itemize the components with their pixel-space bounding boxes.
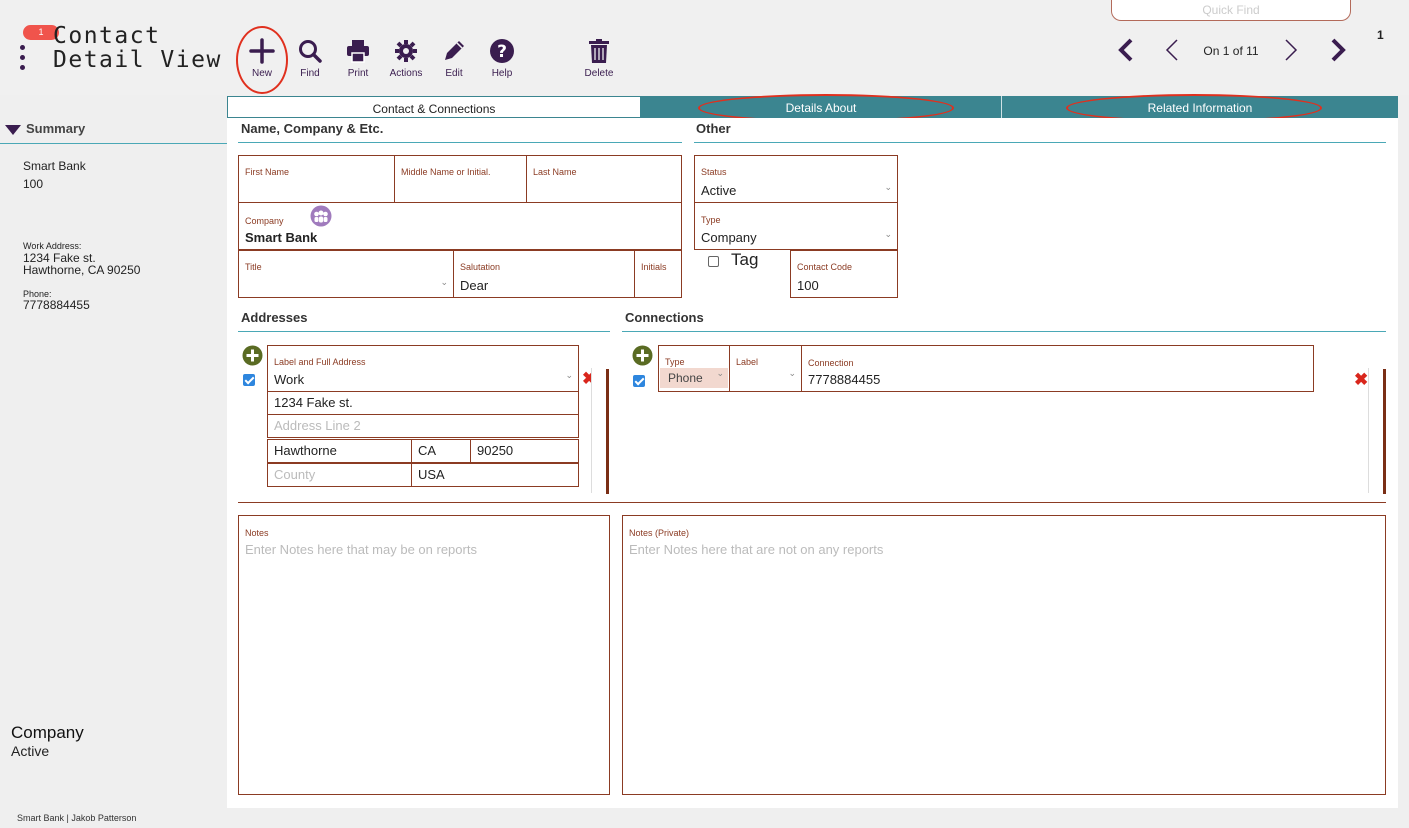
people-group-icon[interactable] <box>309 205 333 227</box>
summary-phone: 7778884455 <box>23 298 90 312</box>
chevron-down-icon: ⌄ <box>716 368 724 378</box>
chevron-down-icon: ⌄ <box>565 370 573 380</box>
salutation-field[interactable]: Salutation Dear <box>453 250 635 298</box>
connection-label-dropdown[interactable]: Label ⌄ <box>729 345 802 392</box>
state-field[interactable]: CA <box>411 439 471 463</box>
printer-icon <box>347 40 369 63</box>
tab-contact-connections[interactable]: Contact & Connections <box>227 96 641 118</box>
status-dropdown[interactable]: Status Active ⌄ <box>694 155 898 203</box>
section-title-other: Other <box>696 121 731 136</box>
city-field[interactable]: Hawthorne <box>267 439 412 463</box>
chevron-down-icon: ⌄ <box>884 229 892 239</box>
summary-status: Active <box>11 743 50 759</box>
section-title-connections: Connections <box>625 310 704 325</box>
find-button[interactable]: Find <box>285 38 335 79</box>
sidebar: Summary Smart Bank 100 Work Address: 123… <box>0 95 227 828</box>
connection-primary-checkbox[interactable] <box>633 375 645 387</box>
country-field[interactable]: USA <box>411 463 579 487</box>
divider <box>238 331 610 332</box>
summary-company: Smart Bank <box>23 159 86 173</box>
chevron-down-icon: ⌄ <box>788 368 796 378</box>
divider <box>694 142 1386 143</box>
company-field[interactable]: Company Smart Bank <box>238 202 682 250</box>
divider <box>238 502 1386 503</box>
remove-connection-icon[interactable]: ✖ <box>1354 370 1368 390</box>
divider <box>238 142 682 143</box>
svg-text:?: ? <box>497 42 507 62</box>
pencil-icon <box>445 41 464 60</box>
type-dropdown[interactable]: Type Company ⌄ <box>694 202 898 250</box>
scrollbar-track <box>1368 368 1369 493</box>
connection-value-field[interactable]: Connection 7778884455 <box>801 345 1314 392</box>
summary-address-line2: Hawthorne, CA 90250 <box>23 263 141 277</box>
summary-code: 100 <box>23 177 44 191</box>
new-button[interactable]: New <box>237 38 287 79</box>
record-position: On 1 of 11 <box>1203 44 1259 58</box>
trash-icon <box>589 39 609 63</box>
help-icon: ? <box>490 39 514 63</box>
county-field[interactable]: County <box>267 463 412 487</box>
first-record-icon[interactable] <box>1115 37 1137 63</box>
zip-field[interactable]: 90250 <box>470 439 579 463</box>
private-notes-textarea[interactable]: Notes (Private) Enter Notes here that ar… <box>622 515 1386 795</box>
add-connection-icon[interactable] <box>632 345 653 366</box>
section-title-addresses: Addresses <box>241 310 308 325</box>
footer-status: Smart Bank | Jakob Patterson <box>17 813 137 823</box>
section-title-name: Name, Company & Etc. <box>241 121 384 136</box>
tag-label: Tag <box>731 250 759 269</box>
scrollbar-track <box>591 368 592 493</box>
triangle-down-icon <box>5 124 21 135</box>
remove-address-icon[interactable]: ✖ <box>582 369 591 389</box>
previous-record-icon[interactable] <box>1161 37 1183 63</box>
contact-code-field[interactable]: Contact Code 100 <box>790 250 898 298</box>
first-name-field[interactable]: First Name <box>238 155 395 203</box>
next-record-icon[interactable] <box>1280 37 1302 63</box>
last-record-icon[interactable] <box>1327 37 1349 63</box>
plus-icon <box>249 38 275 64</box>
gear-icon <box>395 40 417 62</box>
print-button[interactable]: Print <box>333 38 383 79</box>
address-primary-checkbox[interactable] <box>243 374 255 386</box>
divider <box>622 331 1386 332</box>
initials-field[interactable]: Initials <box>634 250 682 298</box>
last-name-field[interactable]: Last Name <box>526 155 682 203</box>
address-line2-field[interactable]: Address Line 2 <box>267 414 579 438</box>
address-scrollbar[interactable] <box>606 369 609 494</box>
tag-checkbox[interactable] <box>708 256 719 267</box>
quick-find-input[interactable]: Quick Find <box>1111 0 1351 21</box>
help-button[interactable]: ? Help <box>477 38 527 79</box>
divider <box>0 143 227 144</box>
connection-type-dropdown[interactable]: Type Phone ⌄ <box>658 345 730 392</box>
title-dropdown[interactable]: Title ⌄ <box>238 250 454 298</box>
summary-type: Company <box>11 723 84 742</box>
edit-button[interactable]: Edit <box>429 38 479 79</box>
address-line1-field[interactable]: 1234 Fake st. <box>267 391 579 415</box>
kebab-menu-icon[interactable] <box>19 45 27 73</box>
main-content: Name, Company & Etc. First Name Middle N… <box>227 118 1398 808</box>
chevron-down-icon: ⌄ <box>884 182 892 192</box>
delete-button[interactable]: Delete <box>574 38 624 79</box>
summary-work-address-label: Work Address: <box>23 241 82 251</box>
search-icon <box>299 40 322 63</box>
connection-scrollbar[interactable] <box>1383 369 1386 494</box>
header: 1 Contact Detail View New Find Print Act… <box>0 0 1409 95</box>
page-title: Contact Detail View <box>53 23 222 73</box>
chevron-down-icon: ⌄ <box>440 277 448 287</box>
middle-name-field[interactable]: Middle Name or Initial. <box>394 155 527 203</box>
address-label-dropdown[interactable]: Label and Full Address Work ⌄ <box>267 345 579 392</box>
actions-button[interactable]: Actions <box>381 38 431 79</box>
summary-toggle[interactable]: Summary <box>5 121 85 136</box>
record-number: 1 <box>1377 28 1384 42</box>
add-address-icon[interactable] <box>242 345 263 366</box>
notes-textarea[interactable]: Notes Enter Notes here that may be on re… <box>238 515 610 795</box>
